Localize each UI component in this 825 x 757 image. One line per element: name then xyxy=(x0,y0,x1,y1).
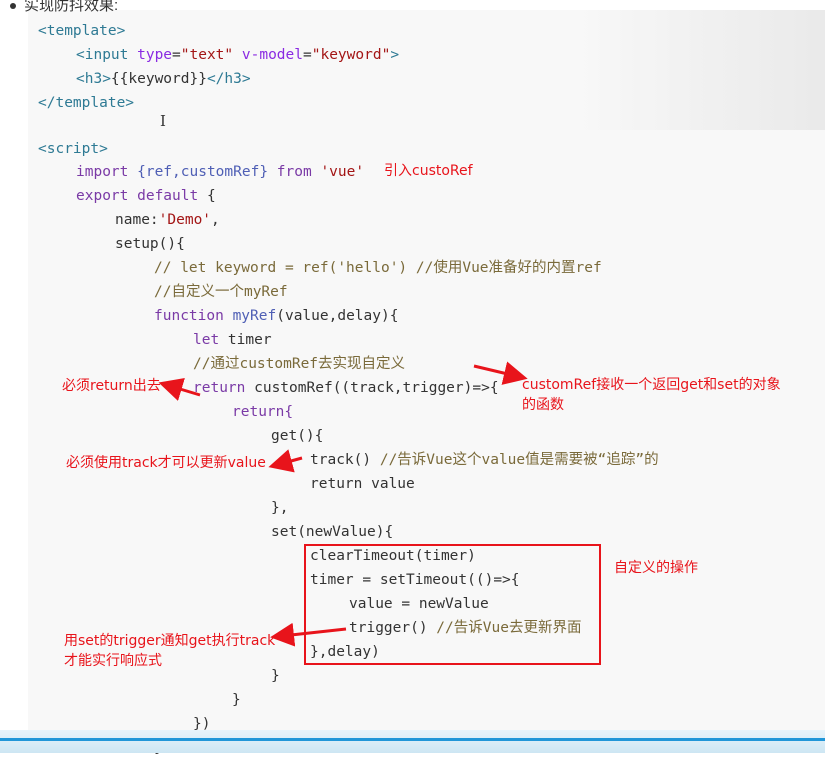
bottom-bar-line xyxy=(0,738,825,741)
arrow-to-customref xyxy=(473,361,528,385)
arrow-to-return xyxy=(158,377,201,401)
annotation-arrows xyxy=(158,361,528,647)
arrow-to-trigger xyxy=(270,622,347,647)
arrow-to-track xyxy=(268,449,303,473)
bottom-bar xyxy=(0,730,825,753)
